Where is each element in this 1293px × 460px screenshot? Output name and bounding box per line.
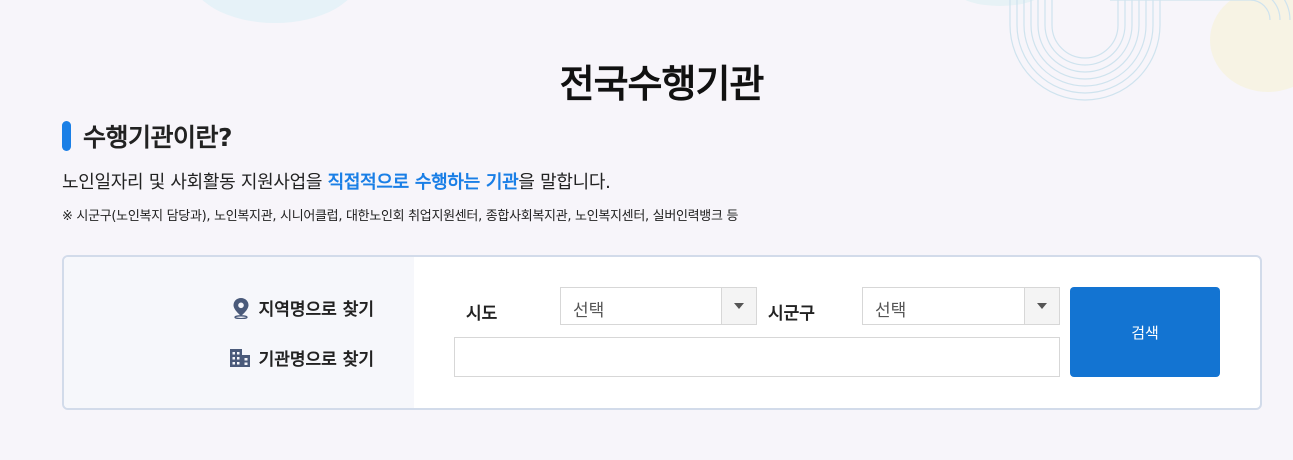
section-description: 노인일자리 및 사회활동 지원사업을 직접적으로 수행하는 기관을 말합니다. <box>62 168 611 194</box>
sido-select-value: 선택 <box>573 301 605 321</box>
description-text: 노인일자리 및 사회활동 지원사업을 <box>62 172 328 193</box>
sigungu-select-value: 선택 <box>875 301 907 321</box>
find-by-agency-text: 기관명으로 찾기 <box>258 350 374 370</box>
find-by-agency-label: 기관명으로 찾기 <box>229 345 374 370</box>
search-labels-panel: 지역명으로 찾기 기관명으로 찾기 <box>64 257 414 408</box>
search-panel: 지역명으로 찾기 기관명으로 찾기 시도 선택 시군구 선택 검색 <box>62 255 1262 410</box>
caret-down-icon[interactable] <box>721 288 756 324</box>
agency-name-input[interactable] <box>454 337 1060 377</box>
section-heading: 수행기관이란? <box>62 118 233 154</box>
building-icon <box>229 348 250 367</box>
sido-label: 시도 <box>466 304 498 324</box>
find-by-region-label: 지역명으로 찾기 <box>231 295 374 320</box>
location-pin-icon <box>233 297 249 319</box>
find-by-region-text: 지역명으로 찾기 <box>258 300 374 320</box>
search-button[interactable]: 검색 <box>1070 287 1220 377</box>
section-title: 수행기관이란? <box>83 123 233 152</box>
sido-select[interactable]: 선택 <box>560 287 757 325</box>
caret-down-icon[interactable] <box>1024 288 1059 324</box>
page-title: 전국수행기관 <box>559 62 765 107</box>
sigungu-label: 시군구 <box>768 304 815 324</box>
description-highlight: 직접적으로 수행하는 기관 <box>327 172 519 193</box>
section-accent-bar <box>62 121 71 151</box>
section-note: ※ 시군구(노인복지 담당과), 노인복지관, 시니어클럽, 대한노인회 취업지… <box>62 209 739 224</box>
sigungu-select[interactable]: 선택 <box>862 287 1060 325</box>
description-text-end: 을 말합니다. <box>518 172 611 193</box>
